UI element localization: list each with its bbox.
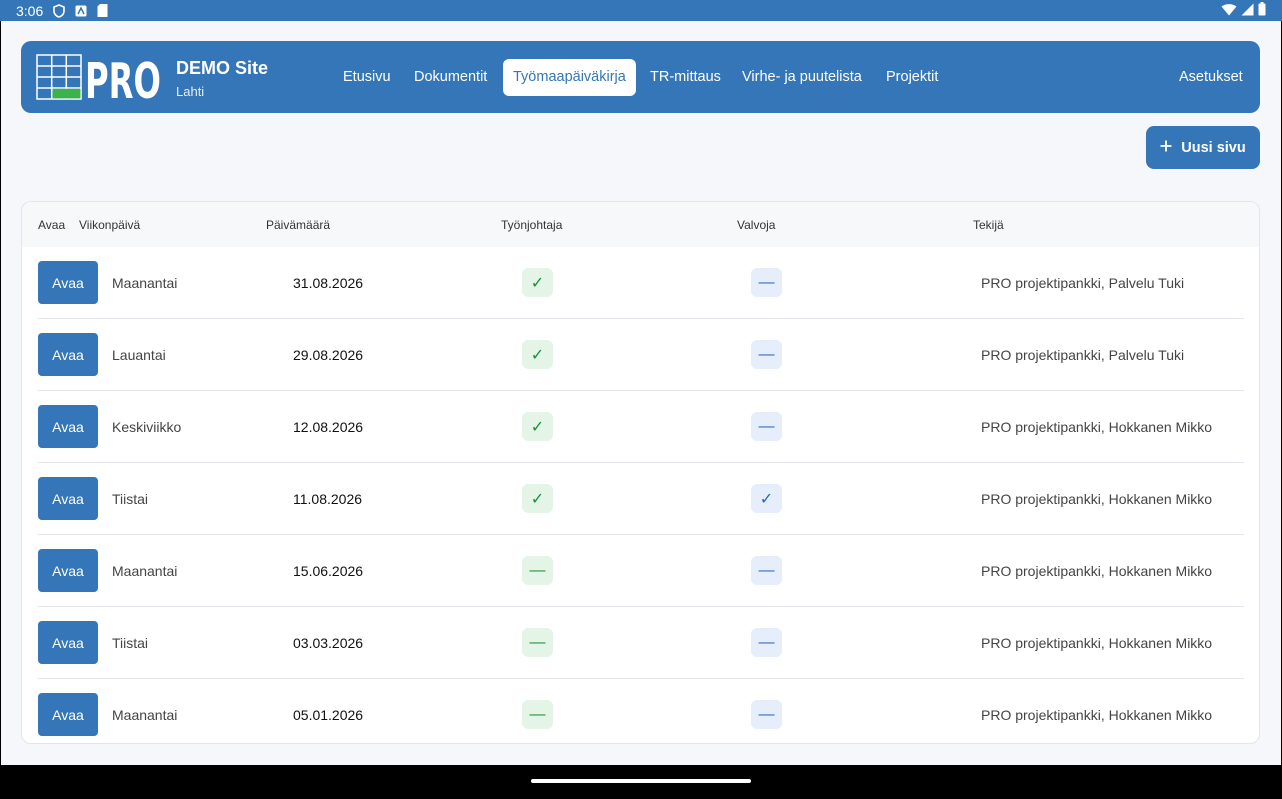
system-navigation-bar bbox=[0, 765, 1282, 799]
supervisor-pending-dash-icon: — bbox=[751, 556, 782, 585]
nav-etusivu[interactable]: Etusivu bbox=[343, 70, 391, 85]
row-date: 12.08.2026 bbox=[293, 419, 364, 435]
shield-icon bbox=[53, 3, 66, 18]
table-row: Avaa Maanantai 15.06.2026 — — PRO projek… bbox=[38, 535, 1244, 607]
row-weekday: Maanantai bbox=[112, 563, 178, 579]
sd-card-icon bbox=[97, 4, 108, 17]
foreman-pending-dash-icon: — bbox=[522, 556, 553, 585]
table-row: Avaa Maanantai 05.01.2026 — — PRO projek… bbox=[38, 679, 1244, 743]
row-weekday: Keskiviikko bbox=[112, 419, 182, 435]
row-date: 29.08.2026 bbox=[293, 347, 364, 363]
battery-icon bbox=[1258, 2, 1266, 19]
open-button[interactable]: Avaa bbox=[38, 405, 98, 448]
diary-table: Avaa Viikonpäivä Päivämäärä Työnjohtaja … bbox=[21, 201, 1260, 744]
nav-dokumentit[interactable]: Dokumentit bbox=[414, 70, 487, 85]
top-navigation: PRO DEMO Site Lahti Etusivu Dokumentit T… bbox=[21, 41, 1260, 113]
table-row: Avaa Tiistai 03.03.2026 — — PRO projekti… bbox=[38, 607, 1244, 679]
supervisor-approved-check-icon: ✓ bbox=[751, 484, 782, 513]
pro-logo[interactable]: PRO bbox=[36, 53, 162, 110]
site-city: Lahti bbox=[176, 84, 205, 99]
row-weekday: Maanantai bbox=[112, 707, 178, 723]
open-button[interactable]: Avaa bbox=[38, 549, 98, 592]
table-row: Avaa Lauantai 29.08.2026 ✓ — PRO projekt… bbox=[38, 319, 1244, 391]
open-button[interactable]: Avaa bbox=[38, 693, 98, 736]
row-weekday: Tiistai bbox=[112, 635, 149, 651]
nav-asetukset[interactable]: Asetukset bbox=[1179, 70, 1243, 85]
table-header: Avaa Viikonpäivä Päivämäärä Työnjohtaja … bbox=[22, 202, 1259, 247]
row-date: 11.08.2026 bbox=[293, 491, 363, 507]
status-time: 3:06 bbox=[16, 2, 44, 19]
header-author[interactable]: Tekijä bbox=[973, 218, 1004, 232]
table-row: Avaa Tiistai 11.08.2026 ✓ ✓ PRO projekti… bbox=[38, 463, 1244, 535]
supervisor-pending-dash-icon: — bbox=[751, 412, 782, 441]
wifi-icon bbox=[1221, 3, 1237, 19]
foreman-pending-dash-icon: — bbox=[522, 628, 553, 657]
logo-text: PRO bbox=[85, 54, 161, 100]
new-page-label: Uusi sivu bbox=[1181, 139, 1246, 156]
row-weekday: Maanantai bbox=[112, 275, 178, 291]
table-row: Avaa Maanantai 31.08.2026 ✓ — PRO projek… bbox=[38, 247, 1244, 319]
table-row: Avaa Keskiviikko 12.08.2026 ✓ — PRO proj… bbox=[38, 391, 1244, 463]
row-date: 31.08.2026 bbox=[293, 275, 364, 291]
row-author: PRO projektipankki, Hokkanen Mikko bbox=[981, 419, 1213, 435]
supervisor-pending-dash-icon: — bbox=[751, 268, 782, 297]
supervisor-pending-dash-icon: — bbox=[751, 700, 782, 729]
foreman-approved-check-icon: ✓ bbox=[522, 268, 553, 297]
plus-icon bbox=[1160, 140, 1172, 156]
site-name: DEMO Site bbox=[176, 58, 269, 78]
supervisor-pending-dash-icon: — bbox=[751, 340, 782, 369]
header-open: Avaa bbox=[38, 218, 66, 232]
foreman-approved-check-icon: ✓ bbox=[522, 412, 553, 441]
row-author: PRO projektipankki, Hokkanen Mikko bbox=[981, 491, 1213, 507]
app-screen: PRO DEMO Site Lahti Etusivu Dokumentit T… bbox=[1, 21, 1281, 765]
row-weekday: Tiistai bbox=[112, 491, 149, 507]
header-foreman[interactable]: Työnjohtaja bbox=[501, 218, 562, 232]
foreman-approved-check-icon: ✓ bbox=[522, 340, 553, 369]
row-author: PRO projektipankki, Palvelu Tuki bbox=[981, 347, 1185, 363]
header-weekday[interactable]: Viikonpäivä bbox=[79, 218, 140, 232]
nav-tr-mittaus[interactable]: TR-mittaus bbox=[650, 70, 721, 85]
header-date[interactable]: Päivämäärä bbox=[266, 218, 330, 232]
row-author: PRO projektipankki, Palvelu Tuki bbox=[981, 275, 1185, 291]
foreman-pending-dash-icon: — bbox=[522, 700, 553, 729]
open-button[interactable]: Avaa bbox=[38, 261, 98, 304]
open-button[interactable]: Avaa bbox=[38, 477, 98, 520]
nav-tyomaapaivakirja[interactable]: Työmaapäiväkirja bbox=[503, 59, 636, 96]
status-bar: 3:06 bbox=[0, 0, 1282, 21]
open-button[interactable]: Avaa bbox=[38, 621, 98, 664]
nav-virhe-ja-puutelista[interactable]: Virhe- ja puutelista bbox=[742, 70, 862, 85]
cellular-signal-icon bbox=[1241, 3, 1254, 19]
nav-projektit[interactable]: Projektit bbox=[886, 70, 938, 85]
row-author: PRO projektipankki, Hokkanen Mikko bbox=[981, 563, 1213, 579]
row-date: 05.01.2026 bbox=[293, 707, 364, 723]
foreman-approved-check-icon: ✓ bbox=[522, 484, 553, 513]
new-page-button[interactable]: Uusi sivu bbox=[1146, 126, 1260, 169]
open-button[interactable]: Avaa bbox=[38, 333, 98, 376]
app-notification-icon bbox=[75, 5, 87, 17]
header-supervisor[interactable]: Valvoja bbox=[737, 218, 775, 232]
row-author: PRO projektipankki, Hokkanen Mikko bbox=[981, 635, 1213, 651]
row-author: PRO projektipankki, Hokkanen Mikko bbox=[981, 707, 1213, 723]
row-date: 15.06.2026 bbox=[293, 563, 364, 579]
row-date: 03.03.2026 bbox=[293, 635, 364, 651]
gesture-handle[interactable] bbox=[531, 779, 751, 783]
row-weekday: Lauantai bbox=[112, 347, 166, 363]
supervisor-pending-dash-icon: — bbox=[751, 628, 782, 657]
